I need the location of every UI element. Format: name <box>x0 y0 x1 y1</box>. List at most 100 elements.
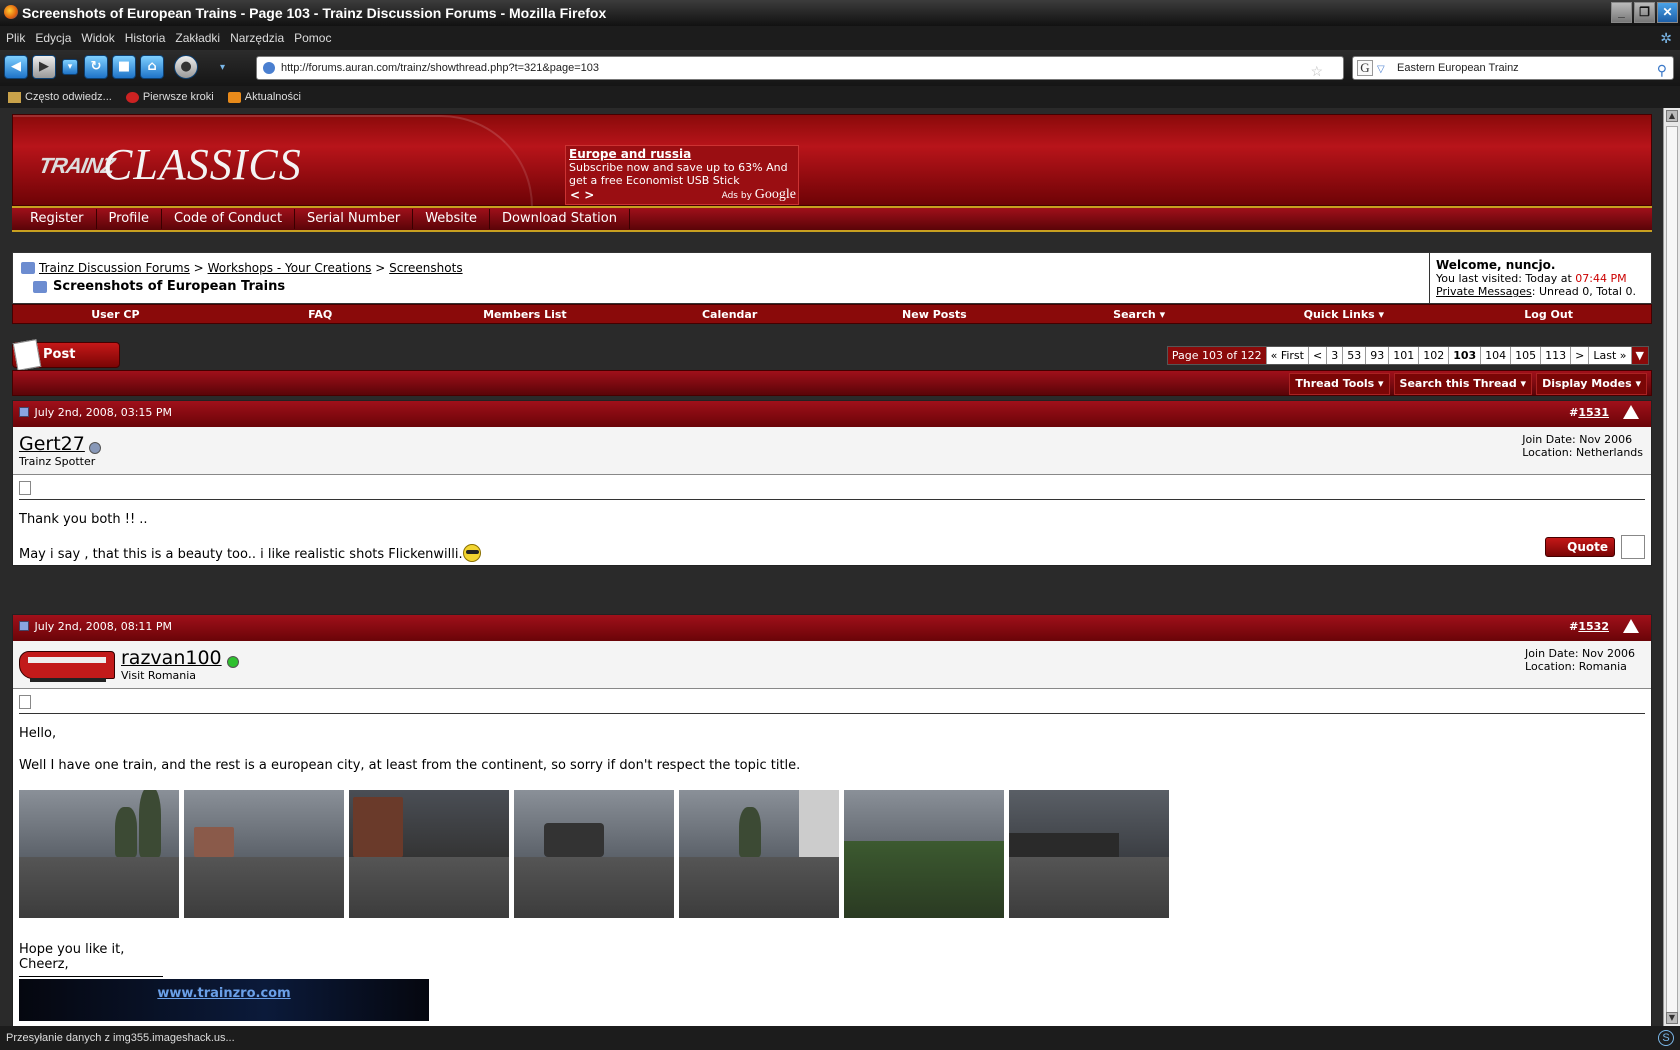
pagination: Page 103 of 122 « First < 3 53 93 101 10… <box>1166 346 1649 365</box>
site-header: TRAINZ CLASSICS Europe and russia Subscr… <box>12 114 1652 207</box>
menu-historia[interactable]: Historia <box>125 31 166 45</box>
reload-button[interactable]: ↻ <box>84 55 108 79</box>
nav-profile[interactable]: Profile <box>97 209 162 229</box>
status-bar: Przesyłanie danych z img355.imageshack.u… <box>0 1026 1680 1050</box>
nav-calendar[interactable]: Calendar <box>627 308 832 321</box>
nav-serial-number[interactable]: Serial Number <box>295 209 414 229</box>
report-post-icon[interactable] <box>1623 405 1639 419</box>
search-thread-menu[interactable]: Search this Thread ▾ <box>1393 373 1533 395</box>
google-engine-icon[interactable]: G <box>1357 60 1373 76</box>
forward-button[interactable]: ▶ <box>32 55 56 79</box>
page-prev[interactable]: < <box>1308 347 1328 364</box>
screenshot-thumbnail[interactable] <box>349 790 509 918</box>
quote-button[interactable]: Quote <box>1545 537 1615 557</box>
username-link[interactable]: razvan100 <box>121 647 222 669</box>
crumb-workshops[interactable]: Workshops - Your Creations <box>208 261 372 275</box>
post-date: July 2nd, 2008, 03:15 PM <box>34 406 173 419</box>
post-icon <box>19 695 31 709</box>
nav-website[interactable]: Website <box>413 209 491 229</box>
ad-nav-arrows[interactable]: < > <box>570 189 594 202</box>
address-bar[interactable]: http://forums.auran.com/trainz/showthrea… <box>256 56 1344 80</box>
screenshot-thumbnail[interactable] <box>184 790 344 918</box>
page-jump-dropdown-icon[interactable]: ▼ <box>1631 347 1648 364</box>
page-link[interactable]: 104 <box>1481 347 1512 364</box>
menu-narzedzia[interactable]: Narzędzia <box>230 31 284 45</box>
post-user-row: razvan100 Visit Romania Join Date: Nov 2… <box>13 641 1651 689</box>
nav-register[interactable]: Register <box>18 209 97 229</box>
search-icon[interactable]: ⚲ <box>1657 59 1667 81</box>
user-avatar[interactable] <box>19 651 115 682</box>
trainz-classics-logo[interactable]: TRAINZ CLASSICS <box>33 133 303 193</box>
nav-search[interactable]: Search ▾ <box>1037 308 1242 321</box>
post-permalink[interactable]: 1532 <box>1578 620 1609 633</box>
scroll-up-icon[interactable]: ▲ <box>1666 110 1678 122</box>
nav-faq[interactable]: FAQ <box>218 308 423 321</box>
page-link[interactable]: 102 <box>1419 347 1450 364</box>
menu-edycja[interactable]: Edycja <box>35 31 71 45</box>
skype-status-icon[interactable]: S <box>1658 1030 1674 1046</box>
screenshot-thumbnail[interactable] <box>679 790 839 918</box>
addon-dropdown-icon[interactable]: ▾ <box>220 62 225 73</box>
ads-by-google[interactable]: Ads by Google <box>722 188 796 203</box>
scroll-down-icon[interactable]: ▼ <box>1666 1012 1678 1024</box>
addon-icon[interactable]: ● <box>174 55 198 79</box>
gear-icon[interactable]: ✲ <box>1660 30 1672 47</box>
bookmark-star-icon[interactable]: ☆ <box>1310 60 1323 82</box>
stop-button[interactable]: ■ <box>112 55 136 79</box>
bookmark-getting-started[interactable]: Pierwsze kroki <box>125 91 214 103</box>
screenshot-thumbnail[interactable] <box>844 790 1004 918</box>
menu-zakladki[interactable]: Zakładki <box>175 31 220 45</box>
nav-user-cp[interactable]: User CP <box>13 308 218 321</box>
nav-log-out[interactable]: Log Out <box>1446 308 1651 321</box>
page-next[interactable]: > <box>1571 347 1590 364</box>
signature-divider <box>19 976 163 977</box>
close-button[interactable]: ✕ <box>1657 2 1678 23</box>
nav-code-of-conduct[interactable]: Code of Conduct <box>162 209 296 229</box>
nav-download-station[interactable]: Download Station <box>490 209 630 229</box>
multiquote-button[interactable] <box>1621 535 1645 559</box>
menu-plik[interactable]: Plik <box>6 31 25 45</box>
page-link[interactable]: 105 <box>1511 347 1542 364</box>
post-permalink[interactable]: 1531 <box>1578 406 1609 419</box>
bookmark-most-visited[interactable]: Często odwiedz... <box>8 91 112 103</box>
search-input[interactable]: G ▽ Eastern European Trainz ⚲ <box>1352 56 1674 80</box>
ad-title[interactable]: Europe and russia <box>569 148 795 161</box>
page-link[interactable]: 113 <box>1541 347 1572 364</box>
vertical-scrollbar[interactable]: ▲ ▼ <box>1663 108 1680 1026</box>
display-modes-menu[interactable]: Display Modes ▾ <box>1536 373 1647 395</box>
post-reply-button[interactable]: Post Reply <box>12 339 120 386</box>
crumb-screenshots[interactable]: Screenshots <box>389 261 462 275</box>
page-link[interactable]: 101 <box>1389 347 1420 364</box>
back-button[interactable]: ◀ <box>4 55 28 79</box>
forum-home-icon[interactable] <box>21 262 35 274</box>
scroll-thumb[interactable] <box>1666 126 1678 1014</box>
signature-banner[interactable]: www.trainzro.com <box>19 979 429 1021</box>
crumb-forums[interactable]: Trainz Discussion Forums <box>39 261 190 275</box>
screenshot-thumbnail[interactable] <box>19 790 179 918</box>
screenshot-thumbnail[interactable] <box>514 790 674 918</box>
page-link[interactable]: 53 <box>1343 347 1367 364</box>
home-button[interactable]: ⌂ <box>140 55 164 79</box>
report-post-icon[interactable] <box>1623 619 1639 633</box>
history-dropdown-icon[interactable]: ▾ <box>62 59 78 75</box>
page-link[interactable]: 3 <box>1327 347 1344 364</box>
page-link[interactable]: 93 <box>1366 347 1390 364</box>
restore-button[interactable]: ❐ <box>1634 2 1655 23</box>
private-messages-link[interactable]: Private Messages <box>1436 285 1532 298</box>
folder-icon <box>8 91 21 103</box>
google-ad[interactable]: Europe and russia Subscribe now and save… <box>565 145 799 205</box>
engine-dropdown-icon[interactable]: ▽ <box>1377 59 1385 81</box>
nav-new-posts[interactable]: New Posts <box>832 308 1037 321</box>
menu-widok[interactable]: Widok <box>81 31 114 45</box>
nav-members-list[interactable]: Members List <box>423 308 628 321</box>
window-titlebar: Screenshots of European Trains - Page 10… <box>0 0 1680 26</box>
page-last[interactable]: Last » <box>1589 347 1632 364</box>
page-first[interactable]: « First <box>1266 347 1309 364</box>
minimize-button[interactable]: _ <box>1611 2 1632 23</box>
username-link[interactable]: Gert27 <box>19 433 85 455</box>
bookmark-news[interactable]: Aktualności <box>227 91 301 103</box>
thread-tools-menu[interactable]: Thread Tools ▾ <box>1289 373 1390 395</box>
menu-pomoc[interactable]: Pomoc <box>294 31 331 45</box>
nav-quick-links[interactable]: Quick Links ▾ <box>1242 308 1447 321</box>
screenshot-thumbnail[interactable] <box>1009 790 1169 918</box>
